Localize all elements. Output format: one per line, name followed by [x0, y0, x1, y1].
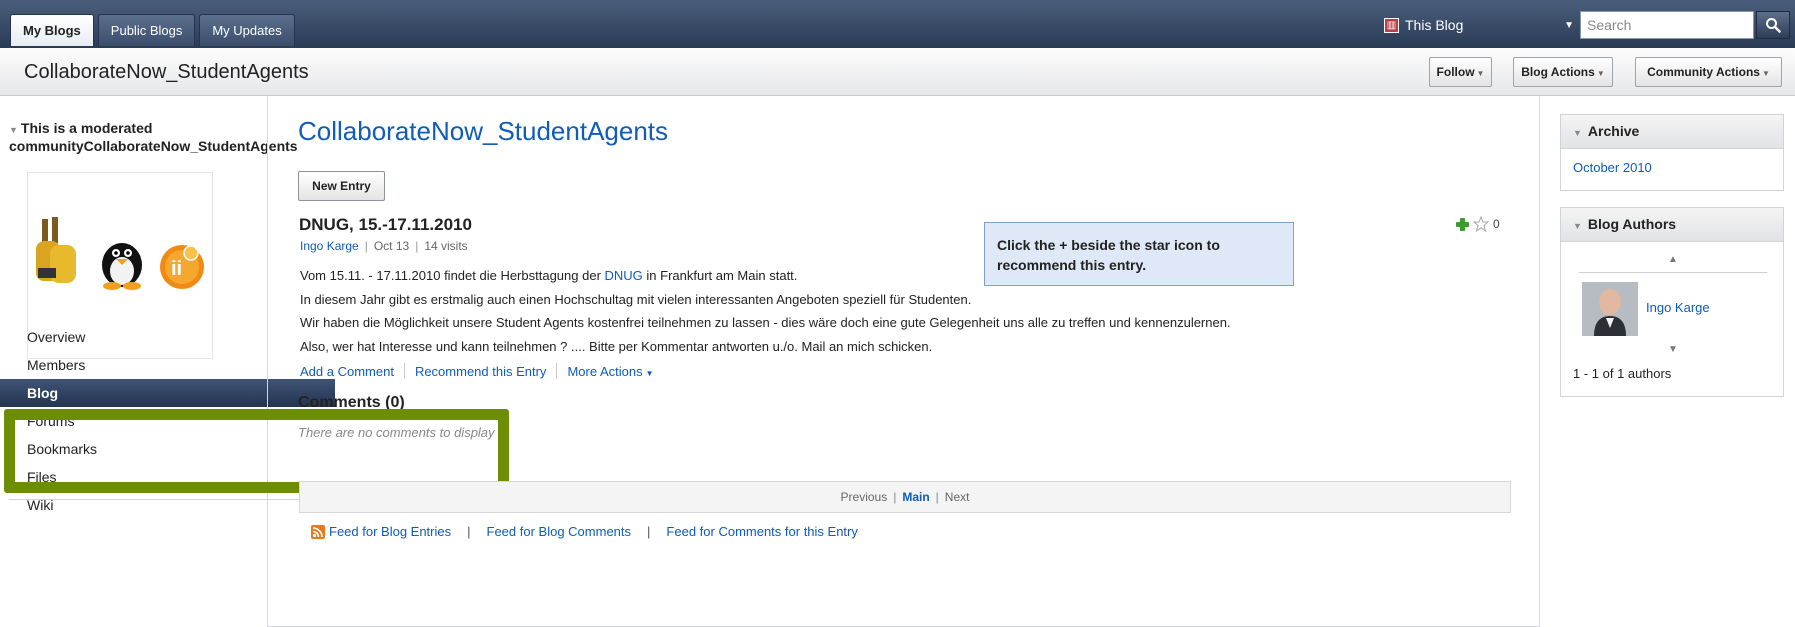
entry-body-line: In diesem Jahr gibt es erstmalig auch ei… [300, 291, 972, 307]
entry-meta: Ingo Karge | Oct 13 | 14 visits [300, 239, 468, 253]
main-left-border [267, 96, 268, 627]
entry-visits: 14 visits [424, 239, 468, 253]
entry-body-line: Wir haben die Möglichkeit unsere Student… [300, 315, 1231, 330]
new-entry-button[interactable]: New Entry [298, 171, 385, 201]
svg-text:ii: ii [171, 258, 182, 280]
archive-title: Archive [1587, 123, 1640, 139]
search-input[interactable]: Search [1580, 11, 1754, 39]
archive-widget: ▼ Archive October 2010 [1560, 114, 1784, 191]
archive-month-link[interactable]: October 2010 [1561, 149, 1783, 186]
feed-blog-entries-link[interactable]: Feed for Blog Entries [329, 524, 451, 539]
search-icon [1766, 18, 1781, 33]
star-icon [1473, 216, 1489, 232]
blog-actions-button[interactable]: Blog Actions ▼ [1513, 57, 1613, 87]
community-navigation: ▼ This is a moderated communityCollaborat… [0, 96, 335, 627]
nav-blog[interactable]: Blog [0, 379, 335, 407]
recommend-entry-link[interactable]: Recommend this Entry [415, 364, 547, 379]
follow-button[interactable]: Follow ▼ [1429, 57, 1492, 87]
authors-divider [1579, 272, 1767, 273]
pager-previous[interactable]: Previous [841, 482, 888, 512]
collapse-triangle-icon: ▼ [1573, 221, 1582, 231]
search-scope-label: This Blog [1405, 17, 1464, 33]
tab-my-blogs[interactable]: My Blogs [10, 14, 94, 46]
feed-links: Feed for Blog Entries | Feed for Blog Co… [311, 524, 858, 539]
community-actions-label: Community Actions [1647, 65, 1760, 79]
moderated-line-2: communityCollaborateNow_StudentAgents [9, 138, 298, 154]
collapse-triangle-icon: ▼ [9, 125, 18, 135]
entry-actions: Add a Comment Recommend this Entry More … [300, 363, 654, 379]
blog-title[interactable]: CollaborateNow_StudentAgents [298, 116, 668, 147]
blog-authors-title: Blog Authors [1587, 216, 1677, 232]
nav-wiki[interactable]: Wiki [0, 491, 335, 519]
community-actions-button[interactable]: Community Actions ▼ [1635, 57, 1782, 87]
pager-next[interactable]: Next [945, 482, 970, 512]
chevron-down-icon: ▼ [645, 368, 654, 378]
moderated-line-1: This is a moderated [20, 120, 153, 136]
recommend-widget: 0 [1456, 216, 1500, 232]
chevron-down-icon: ▼ [1596, 69, 1605, 78]
search-scope-select[interactable]: ▥ This Blog ▼ [1384, 14, 1578, 37]
follow-label: Follow [1436, 65, 1475, 79]
entry-pager: Previous | Main | Next [299, 481, 1511, 513]
recommend-plus-icon[interactable] [1456, 217, 1469, 231]
tab-public-blogs[interactable]: Public Blogs [97, 14, 196, 46]
more-actions-link[interactable]: More Actions ▼ [567, 364, 653, 379]
author-name-link[interactable]: Ingo Karge [1646, 300, 1710, 315]
scroll-down-icon[interactable]: ▼ [1668, 344, 1678, 355]
nav-members[interactable]: Members [0, 351, 335, 379]
main-right-border [1539, 96, 1540, 627]
avatar[interactable] [1582, 282, 1638, 336]
entry-body-line: Also, wer hat Interesse und kann teilneh… [300, 338, 933, 354]
archive-header[interactable]: ▼ Archive [1561, 115, 1783, 149]
recommend-count: 0 [1493, 217, 1500, 231]
entry-author-link[interactable]: Ingo Karge [300, 239, 359, 253]
nav-overview[interactable]: Overview [0, 323, 335, 351]
chevron-down-icon: ▼ [1761, 69, 1770, 78]
collapse-triangle-icon: ▼ [1573, 128, 1582, 138]
search-button[interactable] [1756, 11, 1790, 39]
entry-title[interactable]: DNUG, 15.-17.11.2010 [299, 215, 472, 235]
chevron-down-icon: ▼ [1476, 69, 1485, 78]
blog-authors-widget: ▼ Blog Authors ▲ Ingo Karge ▼ 1 - 1 of 1 … [1560, 207, 1784, 397]
entry-body: Vom 15.11. - 17.11.2010 findet die Herbs… [300, 264, 1500, 358]
tab-my-updates[interactable]: My Updates [199, 14, 295, 46]
feed-blog-comments-link[interactable]: Feed for Blog Comments [487, 524, 632, 539]
entry-body-line: Vom 15.11. - 17.11.2010 findet die Herbs… [300, 268, 798, 283]
blog-book-icon: ▥ [1384, 18, 1399, 33]
add-comment-link[interactable]: Add a Comment [300, 364, 394, 379]
dnug-link[interactable]: DNUG [605, 268, 643, 283]
chevron-down-icon: ▼ [1564, 20, 1574, 31]
moderated-community-heading[interactable]: ▼ This is a moderated communityCollaborat… [9, 120, 329, 154]
pager-main-link[interactable]: Main [902, 482, 929, 512]
author-count: 1 - 1 of 1 authors [1573, 366, 1672, 381]
scroll-up-icon[interactable]: ▲ [1668, 254, 1678, 265]
feed-entry-comments-link[interactable]: Feed for Comments for this Entry [666, 524, 857, 539]
rss-feed-icon [311, 524, 325, 539]
entry-date: Oct 13 [373, 239, 410, 253]
top-navigation-bar: My Blogs Public Blogs My Updates ▥ This … [0, 0, 1795, 48]
blog-authors-header[interactable]: ▼ Blog Authors [1561, 208, 1783, 242]
nav-divider [9, 499, 335, 500]
blog-actions-label: Blog Actions [1521, 65, 1595, 79]
community-header: CollaborateNow_StudentAgents Follow ▼ Blo… [0, 48, 1795, 96]
blog-tabs: My Blogs Public Blogs My Updates [10, 14, 299, 46]
community-title: CollaborateNow_StudentAgents [24, 61, 309, 83]
